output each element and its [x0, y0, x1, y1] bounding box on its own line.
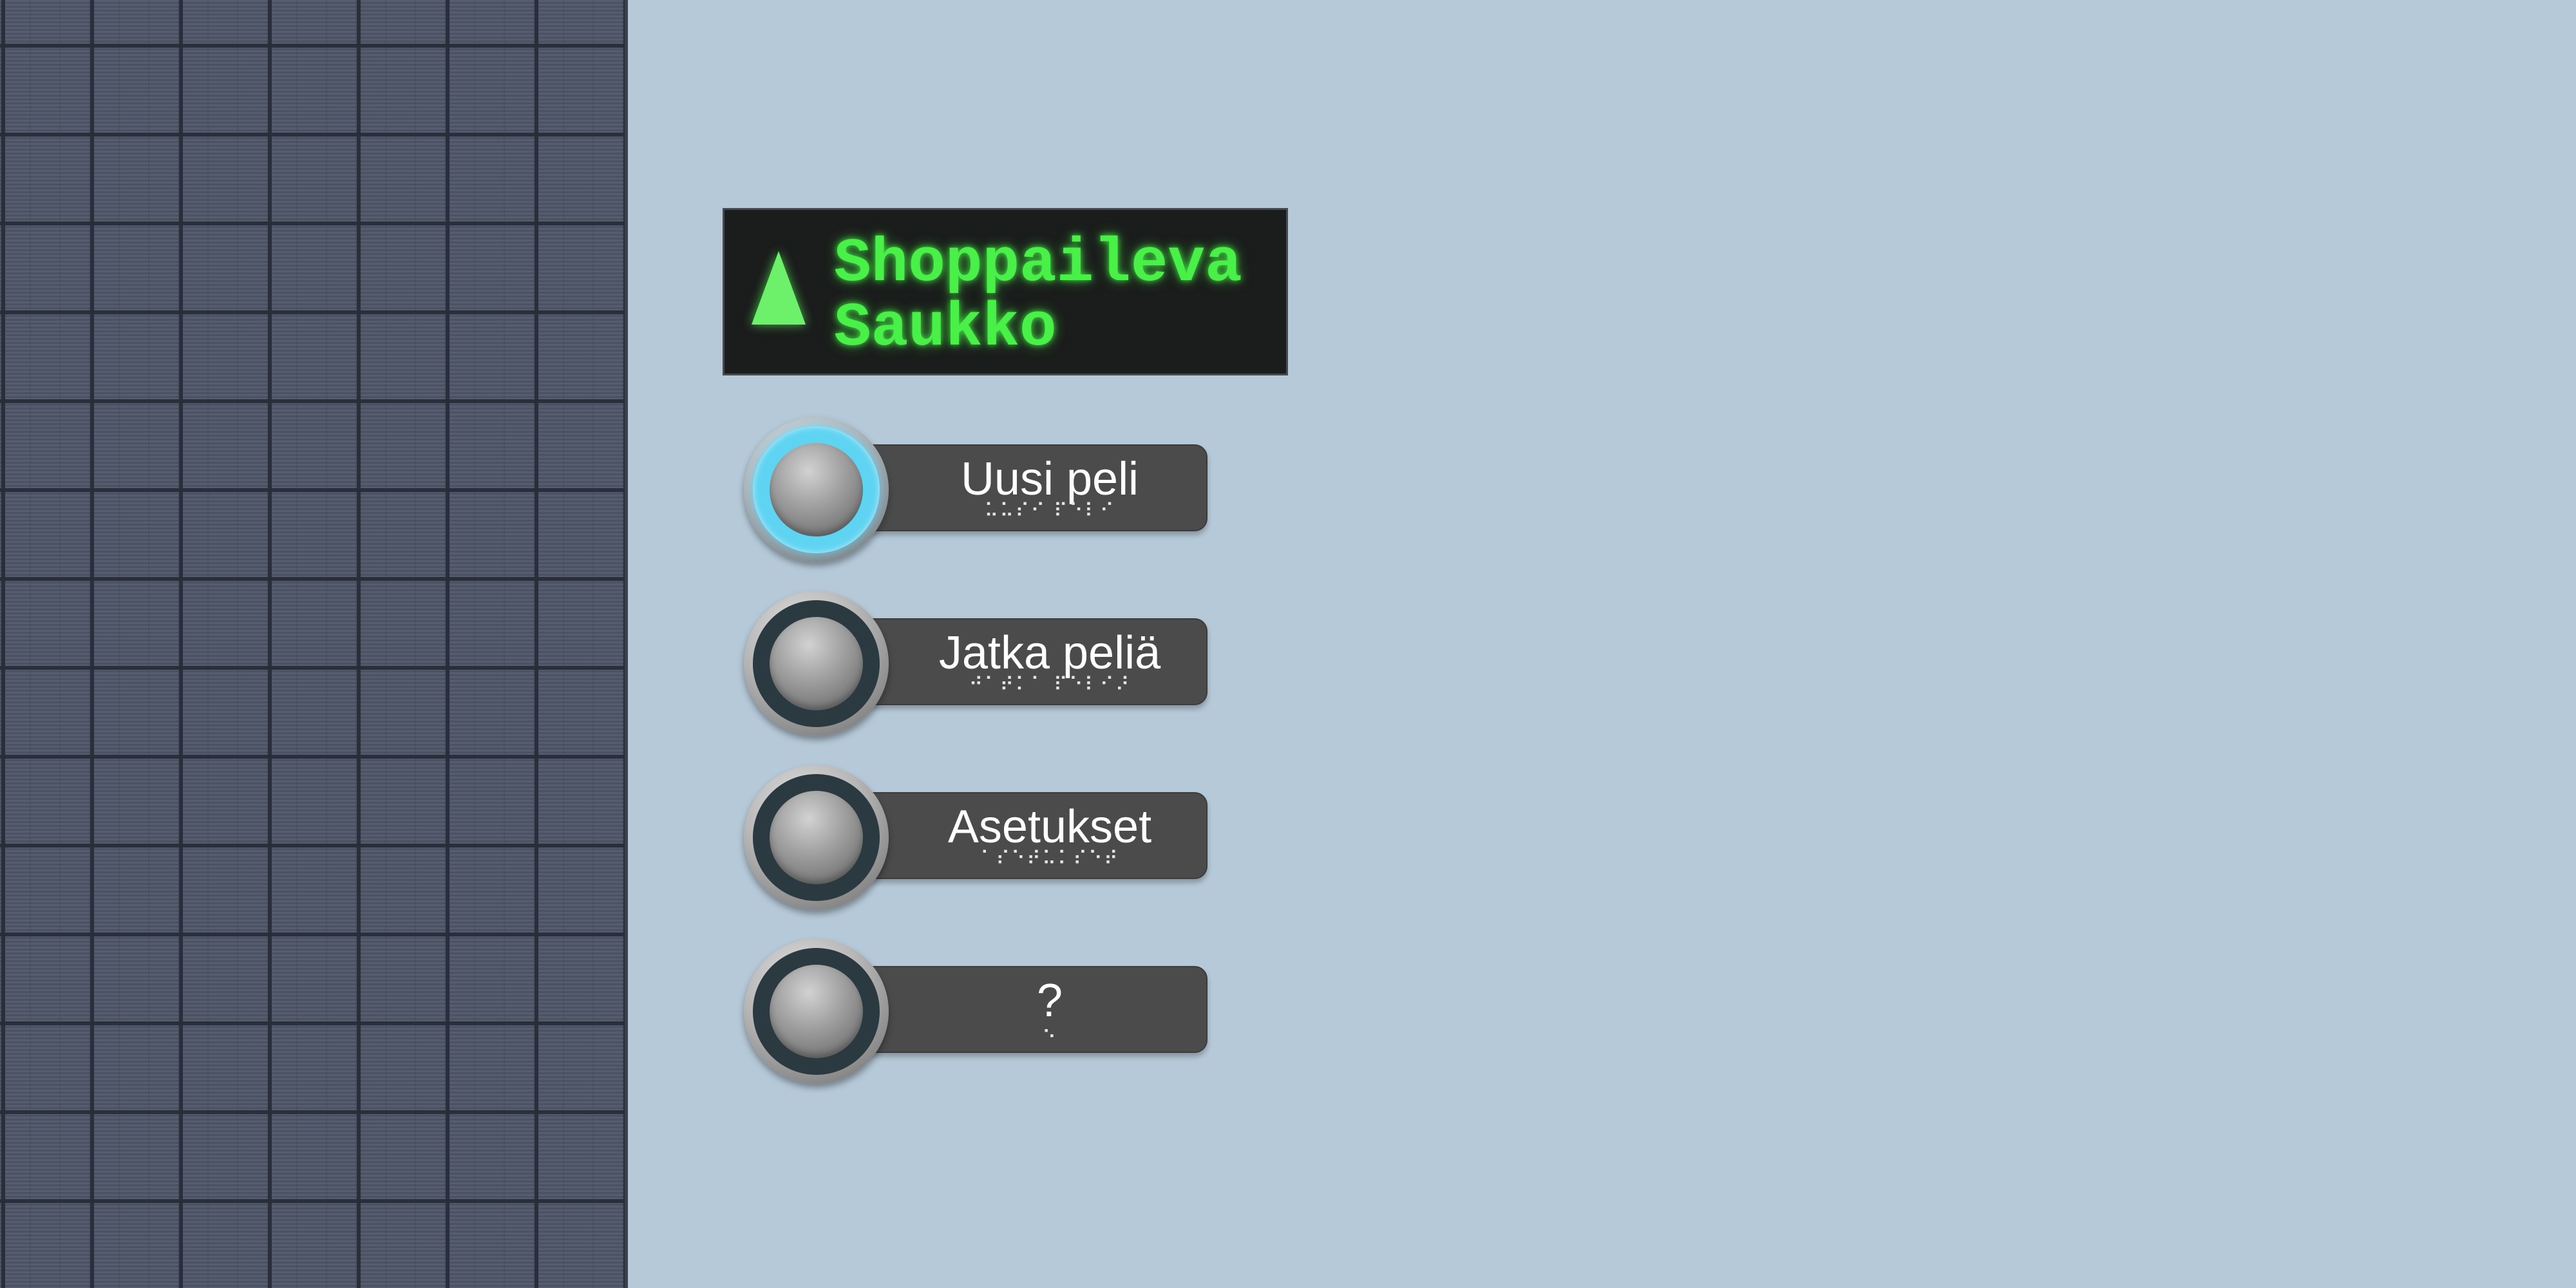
knob-cap [770, 617, 863, 710]
grid-panel [0, 0, 625, 1288]
grid-panel-edge [625, 0, 628, 1288]
knob-icon [744, 939, 889, 1084]
knob-cap [770, 965, 863, 1058]
menu-label: Jatka peliä [938, 627, 1161, 679]
menu-label: ? [1036, 975, 1063, 1027]
knob-icon [744, 591, 889, 736]
menu-label: Asetukset [947, 801, 1152, 853]
knob-icon [744, 417, 889, 562]
help-button[interactable]: ? ⠢ [744, 939, 1208, 1084]
menu-braille-label: ⠢ [1042, 1021, 1057, 1044]
title-display: Shoppaileva Saukko [723, 208, 1288, 375]
menu-braille-label: ⠥⠥⠎⠊ ⠏⠑⠇⠊ [984, 500, 1115, 522]
settings-button[interactable]: Asetukset ⠁⠎⠑⠞⠥⠅⠎⠑⠞ [744, 765, 1208, 910]
new-game-button[interactable]: Uusi peli ⠥⠥⠎⠊ ⠏⠑⠇⠊ [744, 417, 1208, 562]
menu-label-bar: Uusi peli ⠥⠥⠎⠊ ⠏⠑⠇⠊ [853, 444, 1208, 531]
menu-label-bar: ? ⠢ [853, 966, 1208, 1053]
menu-label: Uusi peli [960, 453, 1139, 505]
continue-game-button[interactable]: Jatka peliä ⠚⠁⠞⠅⠁ ⠏⠑⠇⠊⠜ [744, 591, 1208, 736]
menu-braille-label: ⠚⠁⠞⠅⠁ ⠏⠑⠇⠊⠜ [969, 674, 1131, 696]
menu-braille-label: ⠁⠎⠑⠞⠥⠅⠎⠑⠞ [980, 848, 1119, 870]
game-title: Shoppaileva Saukko [834, 229, 1242, 363]
knob-cap [770, 443, 863, 536]
menu-label-bar: Asetukset ⠁⠎⠑⠞⠥⠅⠎⠑⠞ [853, 792, 1208, 879]
triangle-up-icon [752, 251, 806, 325]
knob-icon [744, 765, 889, 910]
menu-label-bar: Jatka peliä ⠚⠁⠞⠅⠁ ⠏⠑⠇⠊⠜ [853, 618, 1208, 705]
knob-cap [770, 791, 863, 884]
